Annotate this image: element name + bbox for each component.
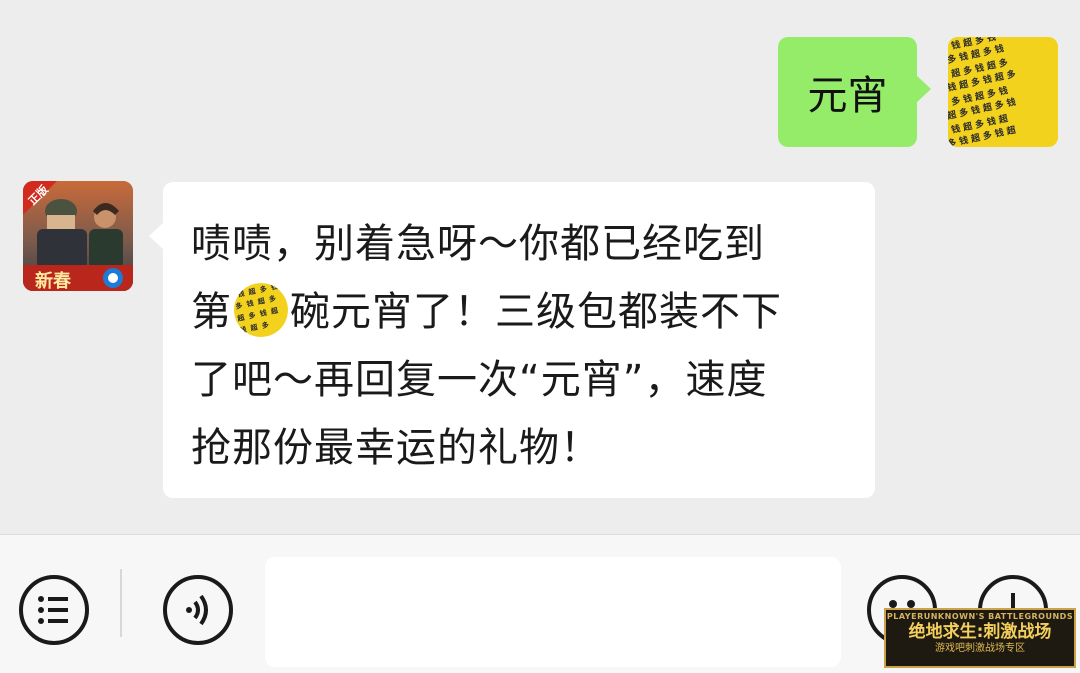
self-avatar-pattern-icon: 钱 超 多 钱 多 钱 超 多 钱 超 多 钱 超 多 钱 超 多 钱 超 多 … bbox=[948, 37, 1058, 147]
watermark-top-text: PLAYERUNKNOWN'S BATTLEGROUNDS bbox=[886, 612, 1074, 621]
menu-button[interactable] bbox=[19, 575, 89, 645]
watermark-main-text: 绝地求生:刺激战场 bbox=[908, 622, 1052, 642]
official-account-avatar[interactable]: 正版 新春 bbox=[23, 181, 133, 291]
list-menu-icon bbox=[38, 596, 68, 624]
voice-icon bbox=[186, 594, 208, 626]
sent-message-bubble[interactable]: 元宵 bbox=[778, 37, 931, 147]
sent-message-text: 元宵 bbox=[807, 73, 888, 119]
voice-input-button[interactable] bbox=[163, 575, 233, 645]
received-message-bubble[interactable]: 啧啧，别着急呀～你都已经吃到 第钱 超 多 钱多 钱 超 多超 多 钱 超钱 超… bbox=[149, 182, 875, 498]
message-line-2-end: 碗元宵了！三级包都装不下 bbox=[290, 289, 782, 335]
message-line-3: 了吧～再回复一次“元宵”，速度 bbox=[191, 357, 768, 403]
avatar-label-text: 新春 bbox=[35, 271, 71, 291]
message-input[interactable] bbox=[265, 557, 841, 667]
message-line-4: 抢那份最幸运的礼物！ bbox=[191, 425, 601, 471]
message-line-2: 第钱 超 多 钱多 钱 超 多超 多 钱 超钱 超 多碗元宵了！三级包都装不下 bbox=[191, 278, 849, 346]
message-line-1: 啧啧，别着急呀～你都已经吃到 bbox=[191, 221, 765, 267]
chat-area: 元宵 钱 超 多 钱 多 钱 超 多 钱 超 多 钱 超 多 钱 超 多 钱 超… bbox=[0, 0, 1080, 534]
self-avatar[interactable]: 钱 超 多 钱 多 钱 超 多 钱 超 多 钱 超 多 钱 超 多 钱 超 多 … bbox=[948, 37, 1058, 147]
toolbar-divider bbox=[120, 569, 122, 637]
watermark-sub-text: 游戏吧刺激战场专区 bbox=[935, 643, 1025, 654]
game-watermark-logo: PLAYERUNKNOWN'S BATTLEGROUNDS 绝地求生:刺激战场 … bbox=[884, 608, 1076, 668]
coin-emoji-icon: 钱 超 多 钱多 钱 超 多超 多 钱 超钱 超 多 bbox=[234, 283, 288, 337]
message-line-2-start: 第 bbox=[191, 289, 232, 335]
